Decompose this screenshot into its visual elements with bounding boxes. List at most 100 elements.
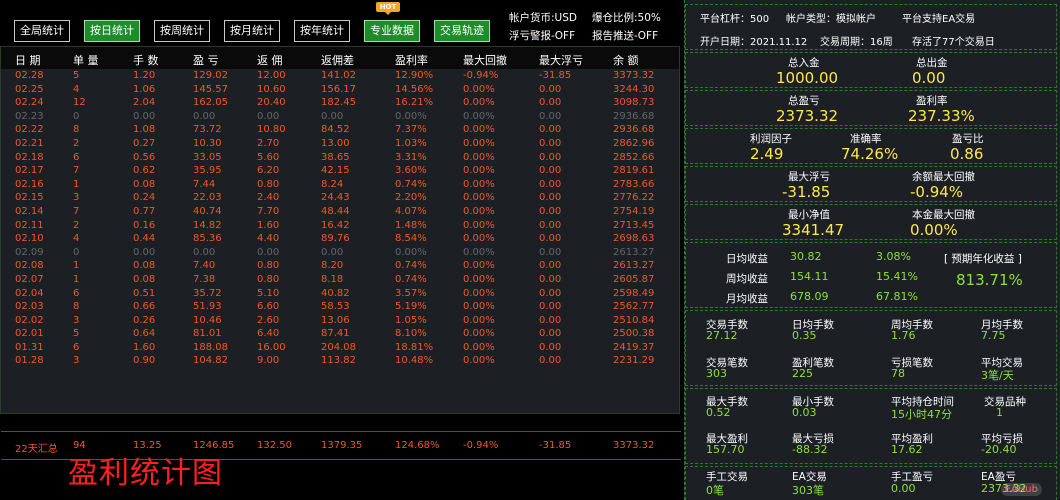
- table-cell: 3.31%: [395, 151, 427, 163]
- toolbar: 全局统计 按日统计 按周统计 按月统计 按年统计 HOT 专业数据 交易轨迹 帐…: [0, 0, 680, 46]
- table-cell: 3: [73, 314, 80, 326]
- table-cell: 14.56%: [395, 83, 434, 95]
- table-cell: 48.44: [321, 205, 350, 217]
- column-header: 单 量: [73, 54, 99, 67]
- table-cell: 2936.68: [613, 124, 655, 136]
- accuracy-value: 74.26%: [841, 145, 899, 163]
- table-cell: 02.16: [15, 178, 44, 190]
- account-currency: 帐户货币:USD: [509, 12, 577, 24]
- table-cell: 35.72: [193, 287, 222, 299]
- table-cell: 0.00%: [463, 83, 495, 95]
- table-cell: 02.24: [15, 97, 44, 109]
- daily-return-label: 日均收益: [726, 253, 768, 265]
- table-row: 02.04 6 0.51 35.72 5.10 40.82 3.57% 0.00% 0.00 25…: [1, 287, 679, 301]
- table-cell: 204.08: [321, 341, 356, 353]
- table-cell: 81.01: [193, 328, 222, 340]
- table-cell: 0.00: [539, 83, 562, 95]
- table-cell: 12.90%: [395, 70, 434, 81]
- profit-box: 总盈亏 2373.32 盈利率 237.33%: [685, 90, 1057, 126]
- table-cell: 16.21%: [395, 97, 434, 109]
- table-cell: 0.00: [321, 110, 344, 122]
- table-cell: 73.72: [193, 124, 222, 136]
- table-cell: 4: [73, 83, 80, 95]
- btn-pro-data[interactable]: 专业数据: [364, 20, 420, 42]
- table-cell: 4.07%: [395, 205, 427, 217]
- btn-trade-track[interactable]: 交易轨迹: [434, 20, 490, 42]
- max-principal-dd-label: 本金最大回撤: [912, 209, 975, 221]
- table-cell: 7.40: [193, 260, 216, 272]
- hot-badge: HOT: [376, 2, 400, 15]
- table-row: 02.01 5 0.64 81.01 6.40 87.41 8.10% 0.00% 0.00 25…: [1, 327, 679, 341]
- table-cell: 5.19%: [395, 301, 427, 313]
- max-lots-value: 0.52: [706, 406, 731, 419]
- avg-hold-value: 15小时47分: [891, 408, 952, 421]
- table-row: 02.23 0 0.00 0.00 0.00 0.00 0.00% 0.00% 0.00 2936…: [1, 110, 679, 124]
- table-cell: 0.56: [133, 151, 156, 163]
- table-cell: 182.45: [321, 97, 356, 109]
- table-cell: 0.00: [539, 246, 562, 258]
- max-float-value: -31.85: [782, 183, 831, 201]
- table-cell: 0.00: [257, 246, 280, 258]
- summary-cell: 132.50: [257, 440, 292, 451]
- leverage-text: 平台杠杆：500: [700, 14, 770, 25]
- table-cell: 2754.19: [613, 205, 655, 217]
- btn-daily-stats[interactable]: 按日统计: [84, 20, 140, 42]
- daily-return-value: 30.82: [790, 250, 822, 263]
- table-cell: 4: [73, 233, 80, 245]
- column-header: 返佣差: [321, 54, 354, 67]
- table-cell: 35.95: [193, 165, 222, 177]
- table-cell: 02.22: [15, 124, 44, 136]
- table-cell: 162.05: [193, 97, 228, 109]
- table-cell: 2713.45: [613, 219, 655, 231]
- table-cell: 2.20%: [395, 192, 427, 204]
- accuracy-label: 准确率: [850, 133, 882, 145]
- table-cell: 0.00: [539, 137, 562, 149]
- table-cell: 2613.27: [613, 260, 655, 272]
- avg-profit-value: 17.62: [891, 443, 923, 456]
- table-cell: 0.00: [539, 205, 562, 217]
- weekly-return-label: 周均收益: [726, 273, 768, 285]
- table-cell: 1.03%: [395, 137, 427, 149]
- table-cell: 0.00: [321, 246, 344, 258]
- symbols-label: 交易品种: [984, 396, 1026, 408]
- table-cell: 0.00: [539, 328, 562, 340]
- table-cell: 0.00%: [463, 97, 495, 109]
- table-cell: 0.00%: [463, 355, 495, 367]
- btn-global-stats[interactable]: 全局统计: [14, 20, 70, 42]
- btn-yearly-stats[interactable]: 按年统计: [294, 20, 350, 42]
- table-cell: 2936.68: [613, 110, 655, 122]
- table-cell: 02.11: [15, 219, 44, 231]
- table-cell: 0.00: [539, 178, 562, 190]
- table-cell: 8.24: [321, 178, 344, 190]
- table-cell: 0.00%: [463, 301, 495, 313]
- btn-monthly-stats[interactable]: 按月统计: [224, 20, 280, 42]
- monthly-return-value: 678.09: [790, 290, 829, 303]
- table-cell: 156.17: [321, 83, 356, 95]
- profit-factor-label: 利润因子: [750, 133, 792, 145]
- table-cell: 0.00: [539, 273, 562, 285]
- table-cell: 0.24: [133, 192, 156, 204]
- deposit-box: 总入金 1000.00 总出金 0.00: [685, 52, 1057, 88]
- table-cell: 0.66: [133, 301, 156, 313]
- table-cell: 8.20: [321, 260, 344, 272]
- table-cell: 0.00%: [395, 246, 427, 258]
- table-cell: 01.31: [15, 341, 44, 353]
- monthly-lots-value: 7.75: [981, 329, 1006, 342]
- table-cell: 2598.49: [613, 287, 655, 299]
- min-equity-label: 最小净值: [788, 209, 830, 221]
- table-cell: 0.00%: [395, 110, 427, 122]
- table-cell: 0.90: [133, 355, 156, 367]
- monthly-return-label: 月均收益: [726, 293, 768, 305]
- weekly-return-pct: 15.41%: [876, 270, 918, 283]
- btn-weekly-stats[interactable]: 按周统计: [154, 20, 210, 42]
- weekly-return-value: 154.11: [790, 270, 829, 283]
- table-cell: 10.80: [257, 124, 286, 136]
- table-cell: 02.02: [15, 314, 44, 326]
- table-cell: 7: [73, 205, 80, 217]
- ea-support-text: 平台支持EA交易: [902, 14, 976, 25]
- table-cell: 7.70: [257, 205, 280, 217]
- table-cell: 1.20: [133, 70, 156, 81]
- table-cell: 0.00: [539, 97, 562, 109]
- table-cell: 2.60: [257, 314, 280, 326]
- avg-loss-value: -20.40: [981, 443, 1017, 456]
